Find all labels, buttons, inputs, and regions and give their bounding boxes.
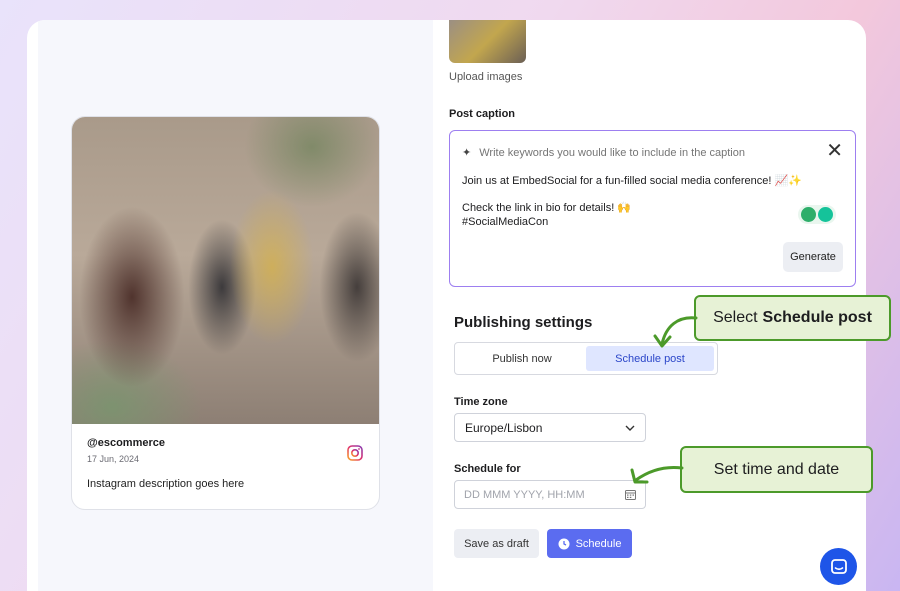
caption-line: Join us at EmbedSocial for a fun-filled … (462, 175, 802, 187)
schedule-datetime-field[interactable] (454, 480, 646, 509)
chevron-down-icon (625, 425, 635, 431)
datetime-input[interactable] (464, 488, 614, 501)
caption-title: Post caption (449, 108, 516, 120)
schedule-button-label: Schedule (575, 537, 622, 550)
close-icon[interactable]: ✕ (826, 141, 843, 161)
generate-button[interactable]: Generate (783, 242, 843, 272)
chat-bubble-button[interactable] (820, 548, 857, 585)
timezone-value: Europe/Lisbon (465, 420, 543, 435)
caption-hashtag: #SocialMediaCon (462, 216, 549, 228)
timezone-select[interactable]: Europe/Lisbon (454, 413, 646, 442)
upload-images-link[interactable]: Upload images (449, 71, 522, 83)
grammarly-icon[interactable] (798, 205, 836, 224)
callout-set-time: Set time and date (680, 446, 873, 493)
instagram-icon (347, 445, 363, 461)
caption-line: Check the link in bio for details! 🙌 (462, 202, 631, 214)
save-draft-button[interactable]: Save as draft (454, 529, 539, 558)
uploaded-image-thumbnail[interactable] (449, 20, 526, 63)
timezone-label: Time zone (454, 396, 508, 408)
account-handle: @escommerce (87, 437, 165, 449)
arrow-icon (630, 466, 684, 484)
tab-publish-now[interactable]: Publish now (458, 346, 586, 371)
chat-icon (830, 558, 847, 574)
post-preview-card: @escommerce 17 Jun, 2024 Instagram descr… (71, 116, 380, 510)
sparkle-icon: ✦ (462, 147, 472, 159)
callout-text: Select (713, 309, 758, 326)
clock-icon (558, 538, 570, 549)
post-image (72, 117, 379, 424)
preview-meta: @escommerce 17 Jun, 2024 (87, 437, 165, 464)
caption-text[interactable]: Join us at EmbedSocial for a fun-filled … (462, 174, 802, 229)
post-description: Instagram description goes here (87, 478, 245, 490)
publishing-settings-title: Publishing settings (454, 314, 593, 331)
keywords-row: ✦ (462, 146, 810, 159)
callout-select-schedule: Select Schedule post (694, 295, 891, 341)
arrow-icon (653, 316, 698, 348)
preview-pane: @escommerce 17 Jun, 2024 Instagram descr… (38, 20, 433, 591)
keywords-input[interactable] (479, 146, 810, 159)
callout-bold-text: Schedule post (762, 309, 872, 326)
caption-box[interactable]: ✦ ✕ Join us at EmbedSocial for a fun-fil… (449, 130, 856, 287)
schedule-for-label: Schedule for (454, 463, 521, 475)
schedule-button[interactable]: Schedule (547, 529, 632, 558)
post-date: 17 Jun, 2024 (87, 454, 140, 464)
calendar-icon[interactable] (625, 489, 636, 500)
